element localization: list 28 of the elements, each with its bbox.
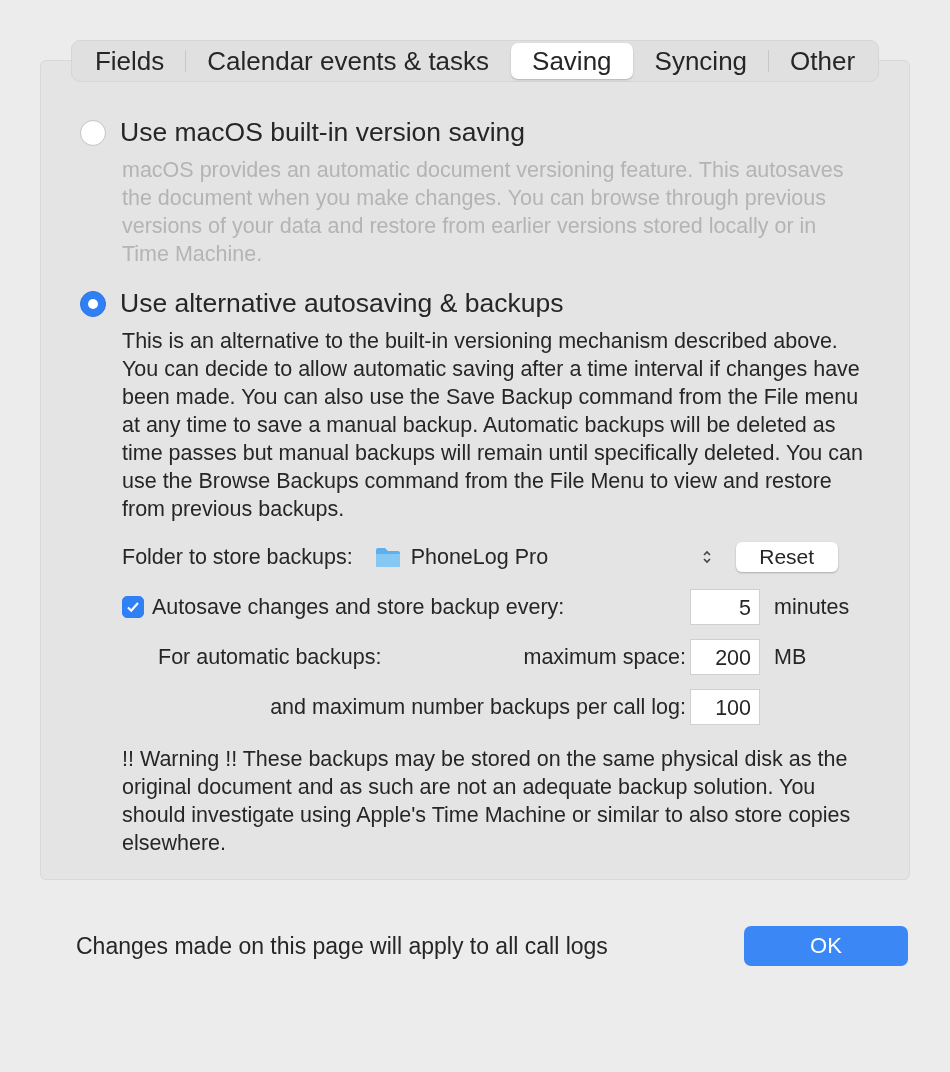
autosave-label: Autosave changes and store backup every: xyxy=(152,594,565,620)
automatic-backups-label: For automatic backups: xyxy=(158,644,382,670)
tab[interactable]: Calendar events & tasks xyxy=(186,43,511,79)
folder-icon xyxy=(374,546,401,568)
option-label: Use alternative autosaving & backups xyxy=(120,288,564,319)
warning-text: !! Warning !! These backups may be stored on the same physical disk as the original document and as such are not an adequate backup solution. You should investigate using Apple's Time Machine or similar to also store copies elsewhere. xyxy=(122,746,852,857)
count-field[interactable]: 100 xyxy=(690,689,760,725)
folder-popup[interactable]: PhoneLog Pro xyxy=(374,544,720,570)
radio-button[interactable] xyxy=(80,119,106,146)
ok-button[interactable]: OK xyxy=(744,926,908,966)
checkbox[interactable] xyxy=(122,596,144,618)
unit-label: minutes xyxy=(774,594,850,620)
space-field[interactable]: 200 xyxy=(690,639,760,675)
reset-button[interactable]: Reset xyxy=(735,542,838,572)
option-label: Use macOS built-in version saving xyxy=(120,117,526,148)
interval-field[interactable]: 5 xyxy=(690,589,760,625)
updown-chevron-icon xyxy=(701,549,712,565)
max-number-label: and maximum number backups per call log: xyxy=(270,694,687,720)
tab[interactable]: Other xyxy=(769,43,877,79)
tab[interactable]: Fields xyxy=(73,43,186,79)
maximum-space-label: maximum space: xyxy=(523,644,687,670)
footer-note: Changes made on this page will apply to all call logs xyxy=(76,932,608,960)
radio-button[interactable] xyxy=(80,290,106,317)
option-description: This is an alternative to the built-in versioning mechanism described above. You can decide to allow automatic saving after a time interval if changes have been made. You can also use the Save Backup command from the File menu at any time to save a manual backup. Automatic backups will be deleted as time passes but manual backups will remain until specifically deleted. You can use the Browse Backups command from the File Menu to view and restore from previous backups. xyxy=(122,328,864,523)
tab[interactable]: Saving xyxy=(511,43,633,79)
unit-label: MB xyxy=(774,644,807,670)
tab[interactable]: Syncing xyxy=(633,43,769,79)
folder-label: Folder to store backups: xyxy=(122,544,353,570)
